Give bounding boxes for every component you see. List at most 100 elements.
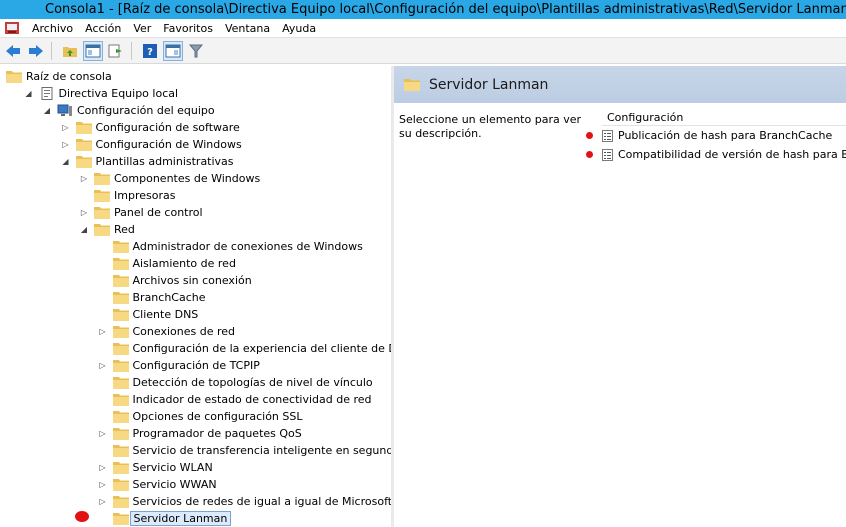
filter-button[interactable] bbox=[186, 41, 206, 61]
list-item[interactable]: Publicación de hash para BranchCache bbox=[586, 127, 832, 144]
folder-icon bbox=[112, 513, 129, 525]
show-hide-tree-button[interactable] bbox=[83, 40, 103, 61]
tree-node[interactable]: ◢ Configuración del equipo bbox=[41, 102, 215, 119]
tree-node[interactable]: Raíz de consola bbox=[4, 68, 112, 85]
menu-ver[interactable]: Ver bbox=[127, 22, 157, 35]
tree-node[interactable]: Archivos sin conexión bbox=[97, 272, 252, 289]
tree-node[interactable]: ▷ Servicio WLAN bbox=[97, 459, 213, 476]
tree-node[interactable]: ▷ Servicios de redes de igual a igual de … bbox=[97, 493, 392, 510]
show-hide-tree-icon bbox=[85, 44, 101, 57]
folder-icon bbox=[6, 71, 22, 83]
collapsed-arrow-icon[interactable]: ▷ bbox=[78, 207, 90, 219]
tree-node[interactable]: ◢ Red bbox=[78, 221, 135, 238]
export-list-button[interactable] bbox=[106, 41, 126, 61]
folder-icon bbox=[112, 275, 129, 287]
collapsed-arrow-icon[interactable]: ▷ bbox=[97, 462, 109, 474]
folder-icon bbox=[94, 190, 110, 202]
tree-node-label: Directiva Equipo local bbox=[58, 87, 179, 100]
tree-node[interactable]: ▷ Servicio WWAN bbox=[97, 476, 217, 493]
menu-favoritos[interactable]: Favoritos bbox=[157, 22, 219, 35]
tree-node[interactable]: Detección de topologías de nivel de vínc… bbox=[97, 374, 373, 391]
collapsed-arrow-icon[interactable]: ▷ bbox=[97, 479, 109, 491]
menu-ayuda[interactable]: Ayuda bbox=[276, 22, 322, 35]
collapsed-arrow-icon[interactable]: ▷ bbox=[78, 173, 90, 185]
tree-node-icon bbox=[57, 104, 73, 117]
policy-setting-icon bbox=[602, 148, 613, 161]
toolbar-separator bbox=[131, 41, 132, 60]
annotation-red-bullet bbox=[586, 151, 593, 158]
menu-accion[interactable]: Acción bbox=[79, 22, 127, 35]
collapsed-arrow-icon[interactable]: ▷ bbox=[97, 496, 109, 508]
tree-node-label: Programador de paquetes QoS bbox=[132, 427, 302, 440]
tree-node[interactable]: Servidor Lanman bbox=[97, 510, 232, 527]
tree-node[interactable]: Aislamiento de red bbox=[97, 255, 236, 272]
column-header-configuracion[interactable]: Configuración bbox=[602, 109, 846, 126]
expanded-arrow-icon[interactable]: ◢ bbox=[41, 105, 53, 117]
tree-node-label: Administrador de conexiones de Windows bbox=[132, 240, 363, 253]
tree-node[interactable]: ▷ Conexiones de red bbox=[97, 323, 235, 340]
tree-node-label: Archivos sin conexión bbox=[132, 274, 252, 287]
tree-node-icon bbox=[94, 189, 110, 202]
tree-node[interactable]: ▷ Configuración de software bbox=[60, 119, 240, 136]
tree-node-icon bbox=[94, 223, 110, 236]
tree-node-label: Servicios de redes de igual a igual de M… bbox=[132, 495, 392, 508]
tree-node[interactable]: Indicador de estado de conectividad de r… bbox=[97, 391, 372, 408]
details-title: Servidor Lanman bbox=[429, 76, 549, 93]
tree-node[interactable]: ▷ Configuración de Windows bbox=[60, 136, 242, 153]
expanded-arrow-icon[interactable]: ◢ bbox=[78, 224, 90, 236]
toolbar-separator bbox=[51, 41, 52, 60]
expanded-arrow-icon[interactable]: ◢ bbox=[60, 156, 72, 168]
expanded-arrow-icon[interactable]: ◢ bbox=[23, 88, 35, 100]
tree-node[interactable]: Administrador de conexiones de Windows bbox=[97, 238, 363, 255]
help-icon: ? bbox=[143, 43, 157, 58]
menu-ventana[interactable]: Ventana bbox=[219, 22, 276, 35]
window-title: Consola1 - [Raíz de consola\Directiva Eq… bbox=[45, 2, 846, 17]
list-item[interactable]: Compatibilidad de versión de hash para B… bbox=[586, 146, 846, 163]
tree-node-icon bbox=[112, 359, 129, 372]
tree-node-label: Servicio WLAN bbox=[132, 461, 213, 474]
tree-node[interactable]: Servicio de transferencia inteligente en… bbox=[97, 442, 391, 459]
details-view-button[interactable] bbox=[163, 40, 183, 61]
description-text: Seleccione un elemento para ver su descr… bbox=[399, 113, 581, 140]
collapsed-arrow-icon[interactable]: ▷ bbox=[60, 122, 72, 134]
tree-node[interactable]: ▷ Componentes de Windows bbox=[78, 170, 260, 187]
collapsed-arrow-icon[interactable]: ▷ bbox=[97, 428, 109, 440]
tree-node-icon bbox=[39, 87, 55, 100]
collapsed-arrow-icon[interactable]: ▷ bbox=[97, 326, 109, 338]
tree-node[interactable]: ▷ Panel de control bbox=[78, 204, 203, 221]
folder-icon bbox=[112, 377, 129, 389]
collapsed-arrow-icon[interactable]: ▷ bbox=[97, 360, 109, 372]
menu-archivo[interactable]: Archivo bbox=[26, 22, 79, 35]
filter-icon bbox=[188, 44, 204, 57]
tree-node[interactable]: ◢ Directiva Equipo local bbox=[23, 85, 179, 102]
tree-node[interactable]: BranchCache bbox=[97, 289, 206, 306]
tree-node[interactable]: Cliente DNS bbox=[97, 306, 198, 323]
tree-node-label: Servidor Lanman bbox=[129, 511, 232, 526]
tree-node[interactable]: Configuración de la experiencia del clie… bbox=[97, 340, 391, 357]
tree-node-icon bbox=[112, 308, 129, 321]
tree-node[interactable]: ▷ Configuración de TCPIP bbox=[97, 357, 260, 374]
collapsed-arrow-icon[interactable]: ▷ bbox=[60, 139, 72, 151]
tree-node-label: Opciones de configuración SSL bbox=[132, 410, 303, 423]
tree-node-label: Detección de topologías de nivel de vínc… bbox=[132, 376, 373, 389]
back-button[interactable] bbox=[3, 41, 23, 61]
tree-node-icon bbox=[75, 138, 92, 151]
help-button[interactable]: ? bbox=[140, 41, 160, 61]
forward-button[interactable] bbox=[26, 41, 46, 61]
folder-icon bbox=[75, 156, 92, 168]
console-tree[interactable]: Raíz de consola ◢ Directiva Equipo local ◢ C… bbox=[0, 66, 392, 527]
tree-node[interactable]: ◢ Plantillas administrativas bbox=[60, 153, 234, 170]
console-document-icon[interactable] bbox=[4, 21, 20, 36]
column-header-label: Configuración bbox=[607, 110, 684, 124]
folder-icon bbox=[112, 479, 129, 491]
tree-node[interactable]: ▷ Programador de paquetes QoS bbox=[97, 425, 302, 442]
tree-node-label: Configuración del equipo bbox=[77, 104, 215, 117]
tree-node[interactable]: Impresoras bbox=[78, 187, 175, 204]
up-folder-button[interactable] bbox=[60, 41, 80, 61]
folder-icon bbox=[112, 496, 129, 508]
tree-node[interactable]: Opciones de configuración SSL bbox=[97, 408, 303, 425]
tree-node-label: BranchCache bbox=[132, 291, 206, 304]
